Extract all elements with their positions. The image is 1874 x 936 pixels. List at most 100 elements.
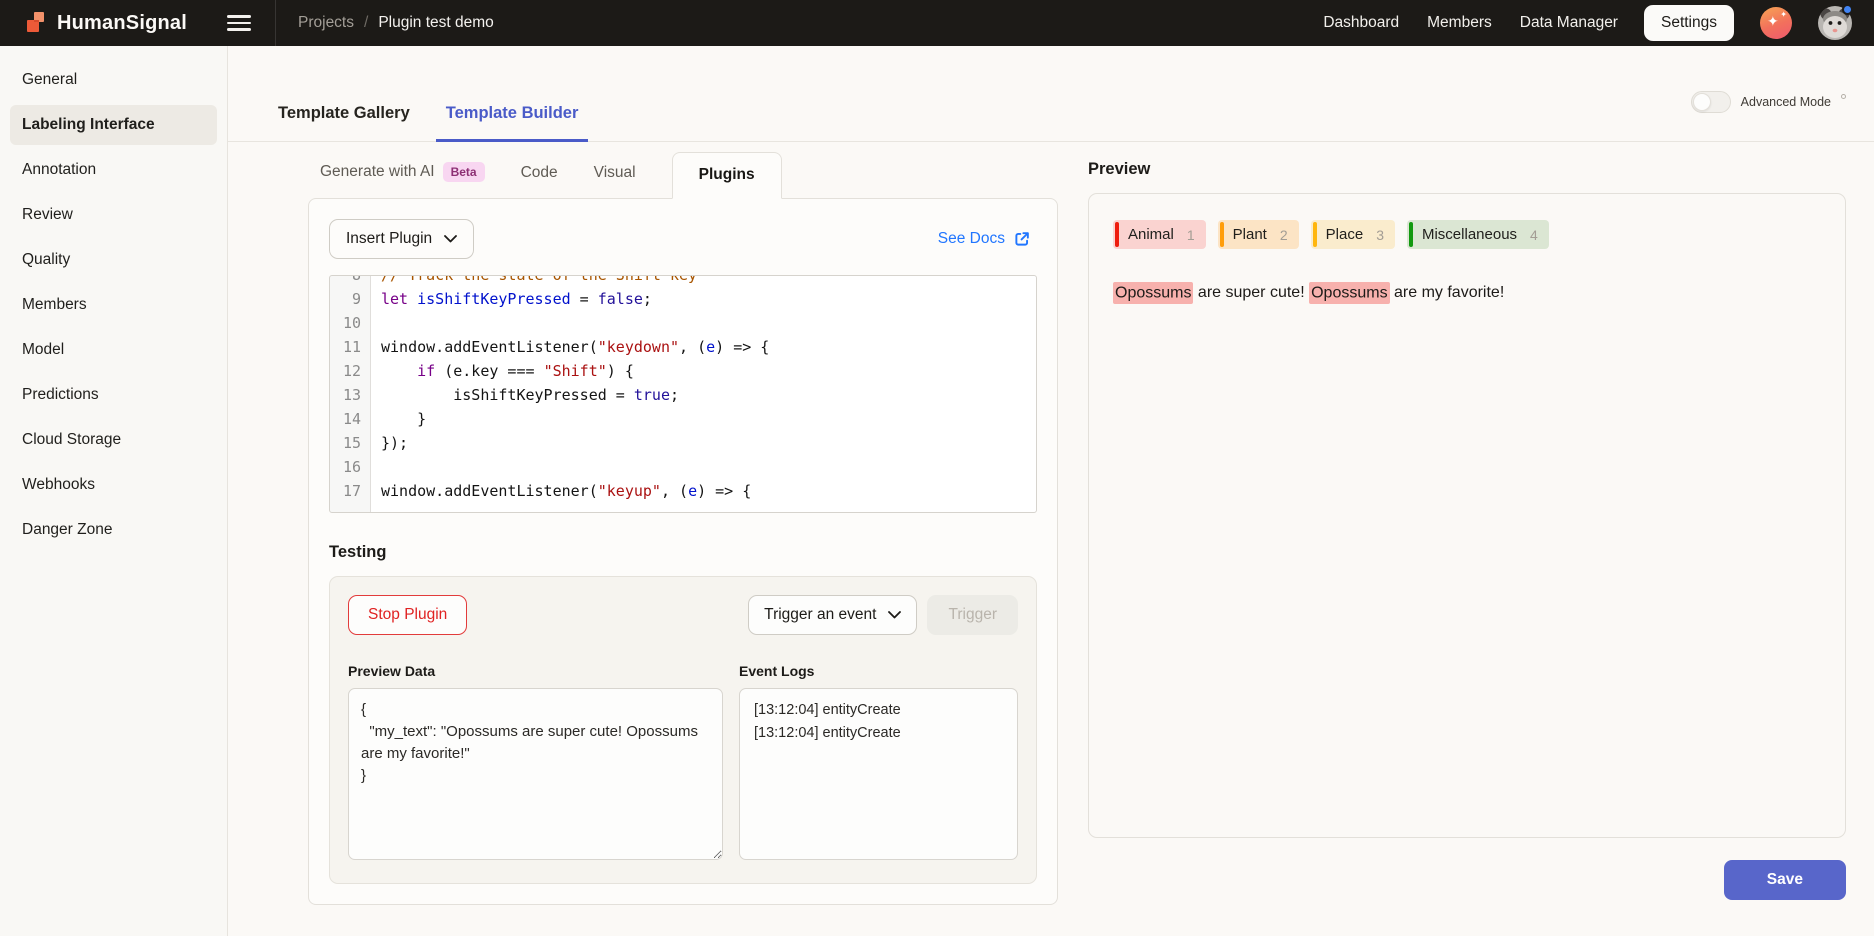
- token-keyword: let: [381, 290, 408, 308]
- code-text-8: // Track the state of the Shift key: [370, 275, 697, 287]
- sidebar-item-quality[interactable]: Quality: [10, 240, 217, 280]
- tab-template-gallery[interactable]: Template Gallery: [268, 104, 420, 142]
- subtab-label-code: Code: [521, 164, 558, 182]
- label-chip-animal[interactable]: Animal1: [1113, 220, 1206, 249]
- text-segment-4: are my favorite!: [1390, 284, 1505, 301]
- token-plain: , (: [661, 482, 688, 500]
- code-line-8: 8// Track the state of the Shift key: [330, 275, 1036, 287]
- sidebar-nav: General Labeling Interface Annotation Revie…: [10, 60, 217, 550]
- code-line-17: 17window.addEventListener("keyup", (e) =…: [330, 479, 1036, 503]
- breadcrumb: Projects / Plugin test demo: [275, 0, 494, 46]
- template-tabs-row: Template Gallery Template Builder Advance…: [228, 46, 1874, 142]
- plugin-toolbar: Insert Plugin See Docs: [329, 219, 1037, 259]
- token-plain: ) {: [607, 362, 634, 380]
- chevron-down-icon: [444, 235, 457, 243]
- builder-subtabs: Generate with AIBeta Code Visual Plugins: [308, 142, 1058, 198]
- token-plain: ;: [643, 290, 652, 308]
- chip-count-miscellaneous: 4: [1530, 227, 1538, 243]
- insert-plugin-button[interactable]: Insert Plugin: [329, 219, 474, 259]
- navbar-links: Dashboard Members Data Manager: [1323, 14, 1618, 32]
- label-chip-miscellaneous[interactable]: Miscellaneous4: [1407, 220, 1549, 249]
- line-number-14: 14: [330, 407, 370, 431]
- sidebar-item-danger-zone[interactable]: Danger Zone: [10, 510, 217, 550]
- plugins-card: Insert Plugin See Docs: [308, 198, 1058, 905]
- code-line-14: 14 }: [330, 407, 1036, 431]
- token-atom: false: [598, 290, 643, 308]
- sidebar-item-general[interactable]: General: [10, 60, 217, 100]
- beta-badge: Beta: [443, 162, 485, 182]
- token-plain: [381, 362, 417, 380]
- sidebar-item-members[interactable]: Members: [10, 285, 217, 325]
- humansignal-logo[interactable]: HumanSignal: [24, 11, 187, 35]
- token-def: e: [706, 338, 715, 356]
- token-plain: }: [381, 410, 426, 428]
- testing-io: Preview Data { "my_text": "Opossums are …: [348, 663, 1018, 865]
- breadcrumb-separator: /: [364, 14, 368, 32]
- code-text-11: window.addEventListener("keydown", (e) =…: [370, 335, 769, 359]
- tab-template-builder[interactable]: Template Builder: [436, 104, 589, 142]
- subtab-code[interactable]: Code: [521, 164, 558, 198]
- chip-label-place: Place: [1326, 226, 1364, 243]
- label-chip-place[interactable]: Place3: [1311, 220, 1395, 249]
- subtab-plugins[interactable]: Plugins: [672, 152, 782, 199]
- line-number-11: 11: [330, 335, 370, 359]
- sidebar-item-predictions[interactable]: Predictions: [10, 375, 217, 415]
- token-string: "keyup": [598, 482, 661, 500]
- sidebar-item-model[interactable]: Model: [10, 330, 217, 370]
- code-text-10: [370, 311, 381, 335]
- subtab-visual[interactable]: Visual: [594, 164, 636, 198]
- nav-link-data-manager[interactable]: Data Manager: [1520, 14, 1618, 32]
- hamburger-menu-icon[interactable]: [227, 15, 251, 31]
- preview-data-textarea[interactable]: { "my_text": "Opossums are super cute! O…: [348, 688, 723, 860]
- preview-panel: Animal1 Plant2 Place3 Miscellaneous4 Opossu…: [1088, 193, 1846, 838]
- see-docs-link[interactable]: See Docs: [938, 230, 1031, 248]
- breadcrumb-projects[interactable]: Projects: [298, 14, 354, 32]
- subtab-label-plugins: Plugins: [699, 166, 755, 184]
- code-text-12: if (e.key === "Shift") {: [370, 359, 634, 383]
- chip-label-plant: Plant: [1233, 226, 1267, 243]
- subtab-label-visual: Visual: [594, 164, 636, 182]
- event-logs-box: [13:12:04] entityCreate[13:12:04] entity…: [739, 688, 1018, 860]
- event-logs-column: Event Logs [13:12:04] entityCreate[13:12…: [739, 663, 1018, 865]
- save-button[interactable]: Save: [1724, 860, 1846, 900]
- nav-link-dashboard[interactable]: Dashboard: [1323, 14, 1399, 32]
- plugin-code-editor[interactable]: 8// Track the state of the Shift key9 let…: [329, 275, 1037, 513]
- chevron-down-icon: [888, 611, 901, 619]
- label-chip-plant[interactable]: Plant2: [1218, 220, 1299, 249]
- sparkle-icon: ✦: [1767, 14, 1779, 28]
- code-text-15: });: [370, 431, 408, 455]
- log-entry-2: [13:12:04] entityCreate: [754, 722, 1003, 745]
- code-line-15: 15});: [330, 431, 1036, 455]
- trigger-button[interactable]: Trigger: [927, 595, 1018, 635]
- advanced-mode-label: Advanced Mode: [1741, 95, 1831, 109]
- nav-link-members[interactable]: Members: [1427, 14, 1492, 32]
- settings-sidebar: General Labeling Interface Annotation Revie…: [0, 46, 228, 936]
- label-chips: Animal1 Plant2 Place3 Miscellaneous4: [1113, 220, 1821, 249]
- highlighted-region-3[interactable]: Opossums: [1309, 282, 1389, 304]
- code-line-12: 12 if (e.key === "Shift") {: [330, 359, 1036, 383]
- user-avatar[interactable]: [1818, 6, 1852, 40]
- settings-button[interactable]: Settings: [1644, 5, 1734, 41]
- subtab-generate-with-ai[interactable]: Generate with AIBeta: [320, 162, 485, 198]
- line-number-9: 9: [330, 287, 370, 311]
- code-line-13: 13 isShiftKeyPressed = true;: [330, 383, 1036, 407]
- sidebar-item-review[interactable]: Review: [10, 195, 217, 235]
- sidebar-item-cloud-storage[interactable]: Cloud Storage: [10, 420, 217, 460]
- brand-name: HumanSignal: [57, 12, 187, 35]
- stop-plugin-button[interactable]: Stop Plugin: [348, 595, 467, 635]
- code-line-9: 9let isShiftKeyPressed = false;: [330, 287, 1036, 311]
- sidebar-item-webhooks[interactable]: Webhooks: [10, 465, 217, 505]
- sidebar-item-annotation[interactable]: Annotation: [10, 150, 217, 190]
- highlighted-region-1[interactable]: Opossums: [1113, 282, 1193, 304]
- ai-sparkle-button[interactable]: ✦ ✦: [1760, 7, 1792, 39]
- annotated-text: Opossums are super cute! Opossums are my…: [1113, 281, 1821, 305]
- save-row: Save: [1088, 860, 1846, 900]
- token-def: isShiftKeyPressed: [417, 290, 571, 308]
- line-number-17: 17: [330, 479, 370, 503]
- trigger-controls: Trigger an event Trigger: [748, 595, 1018, 635]
- sparkle-small-icon: ✦: [1780, 11, 1787, 19]
- trigger-event-label: Trigger an event: [764, 606, 876, 624]
- sidebar-item-labeling-interface[interactable]: Labeling Interface: [10, 105, 217, 145]
- trigger-event-select[interactable]: Trigger an event: [748, 595, 917, 635]
- advanced-mode-toggle[interactable]: [1691, 91, 1731, 113]
